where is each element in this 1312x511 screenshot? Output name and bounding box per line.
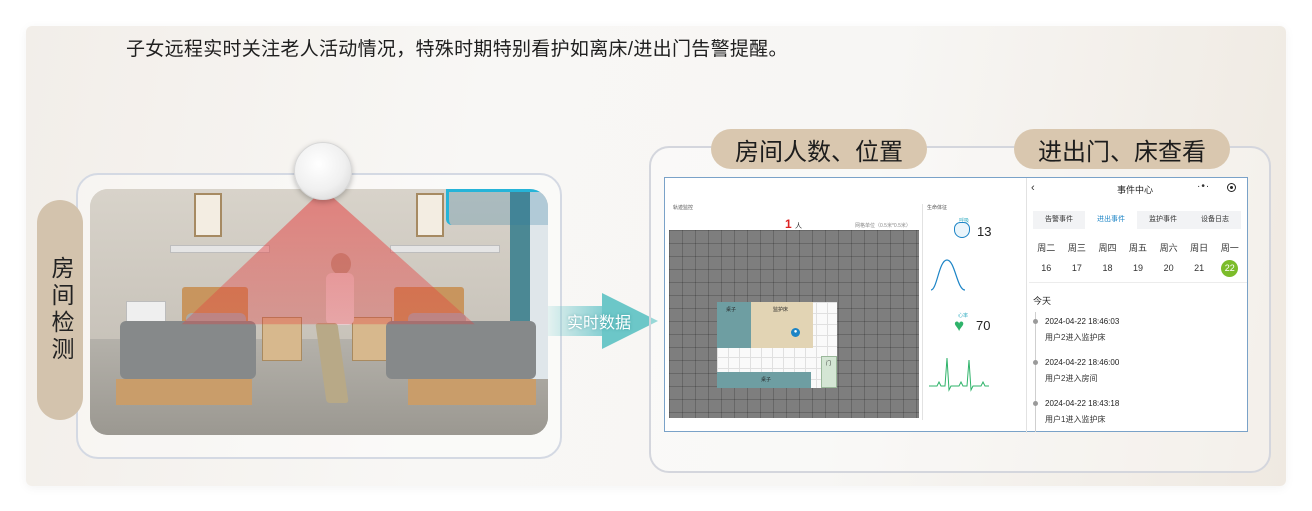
grid-unit-note: 网格单位（0.5米*0.5米）	[855, 223, 911, 229]
breath-wave	[930, 259, 966, 291]
weekday-label: 周五	[1129, 243, 1148, 253]
date-cell[interactable]: 21	[1184, 260, 1215, 276]
radar-sensor-icon	[294, 142, 352, 200]
door-bed-pill: 进出门、床查看	[1014, 129, 1230, 169]
heart-ecg-wave	[929, 357, 989, 392]
date-cell[interactable]: 16	[1031, 260, 1062, 276]
date-cell[interactable]: 19	[1123, 260, 1154, 276]
date-row: 16 17 18 19 20 21 22	[1031, 260, 1245, 277]
heart-value: 70	[976, 318, 991, 333]
weekday-label: 周三	[1067, 243, 1086, 253]
date-cell-today[interactable]: 22	[1214, 260, 1245, 277]
back-chevron-icon[interactable]: ‹	[1031, 182, 1035, 194]
timeline-dot	[1033, 319, 1038, 324]
wall-rail	[170, 245, 270, 253]
weekday-label: 周六	[1159, 243, 1178, 253]
tab-in-out-events[interactable]: 进出事件	[1085, 211, 1137, 229]
plan-desk-label: 桌子	[726, 307, 737, 313]
more-icon[interactable]: ·•·	[1197, 181, 1210, 192]
lung-icon	[954, 222, 970, 238]
event-time: 2024-04-22 18:43:18	[1045, 399, 1120, 408]
breath-value: 13	[977, 224, 992, 239]
timeline-dot	[1033, 360, 1038, 365]
tab-monitor-events[interactable]: 监护事件	[1137, 211, 1189, 229]
person-location-icon: ●	[791, 328, 800, 337]
event-desc: 用户2进入房间	[1045, 374, 1098, 383]
tab-device-log[interactable]: 设备日志	[1189, 211, 1241, 229]
timeline-line	[1035, 312, 1036, 432]
heart-icon: ♥	[954, 316, 965, 335]
app-screen: 轨迹监控 1 人 网格单位（0.5米*0.5米） 桌子 监护床 桌子 门 ● 生…	[664, 177, 1248, 433]
bed-frame	[408, 379, 536, 405]
date-cell[interactable]: 17	[1062, 260, 1093, 276]
room-detection-text: 房间检测	[47, 256, 73, 364]
panel-divider	[1026, 178, 1027, 433]
plan-bed-label: 监护床	[773, 307, 789, 313]
event-tabs: 告警事件 进出事件 监护事件 设备日志	[1033, 211, 1241, 229]
event-desc: 用户2进入监护床	[1045, 333, 1106, 342]
realtime-data-label: 实时数据	[567, 315, 632, 332]
event-time: 2024-04-22 18:46:03	[1045, 317, 1120, 326]
tab-alarm-events[interactable]: 告警事件	[1033, 211, 1085, 229]
date-cell[interactable]: 18	[1092, 260, 1123, 276]
bed-frame	[116, 379, 252, 405]
bed-blanket	[120, 321, 256, 379]
wall-rail	[390, 245, 500, 253]
headline: 子女远程实时关注老人活动情况，特殊时期特别看护如离床/进出门告警提醒。	[126, 39, 788, 60]
person-count: 1	[785, 217, 792, 231]
room-detection-label: 房间检测	[37, 200, 83, 420]
wall-poster	[416, 193, 444, 237]
wall-poster	[194, 193, 222, 237]
plan-desk-label: 桌子	[761, 377, 772, 383]
bed-blanket	[386, 321, 536, 379]
weekday-label: 周一	[1220, 243, 1239, 253]
today-label: 今天	[1033, 296, 1052, 306]
weekday-label: 周日	[1190, 243, 1209, 253]
track-monitor-title: 轨迹监控	[673, 205, 694, 211]
today-date: 22	[1221, 260, 1239, 277]
timeline-dot	[1033, 401, 1038, 406]
room-photo	[90, 189, 548, 435]
hud-overlay	[446, 189, 548, 225]
people-position-pill: 房间人数、位置	[711, 129, 927, 169]
vitals-title: 生命体征	[927, 205, 948, 211]
date-cell[interactable]: 20	[1153, 260, 1184, 276]
weekday-label: 周二	[1037, 243, 1056, 253]
weekday-row: 周二 周三 周四 周五 周六 周日 周一	[1031, 241, 1245, 254]
event-time: 2024-04-22 18:46:00	[1045, 358, 1120, 367]
plan-door-label: 门	[826, 361, 832, 367]
panel-divider	[922, 204, 923, 420]
target-icon[interactable]	[1227, 183, 1236, 192]
weekday-label: 周四	[1098, 243, 1117, 253]
event-desc: 用户1进入监护床	[1045, 415, 1106, 424]
event-center-title: 事件中心	[1117, 185, 1154, 195]
calendar-divider	[1029, 282, 1247, 283]
